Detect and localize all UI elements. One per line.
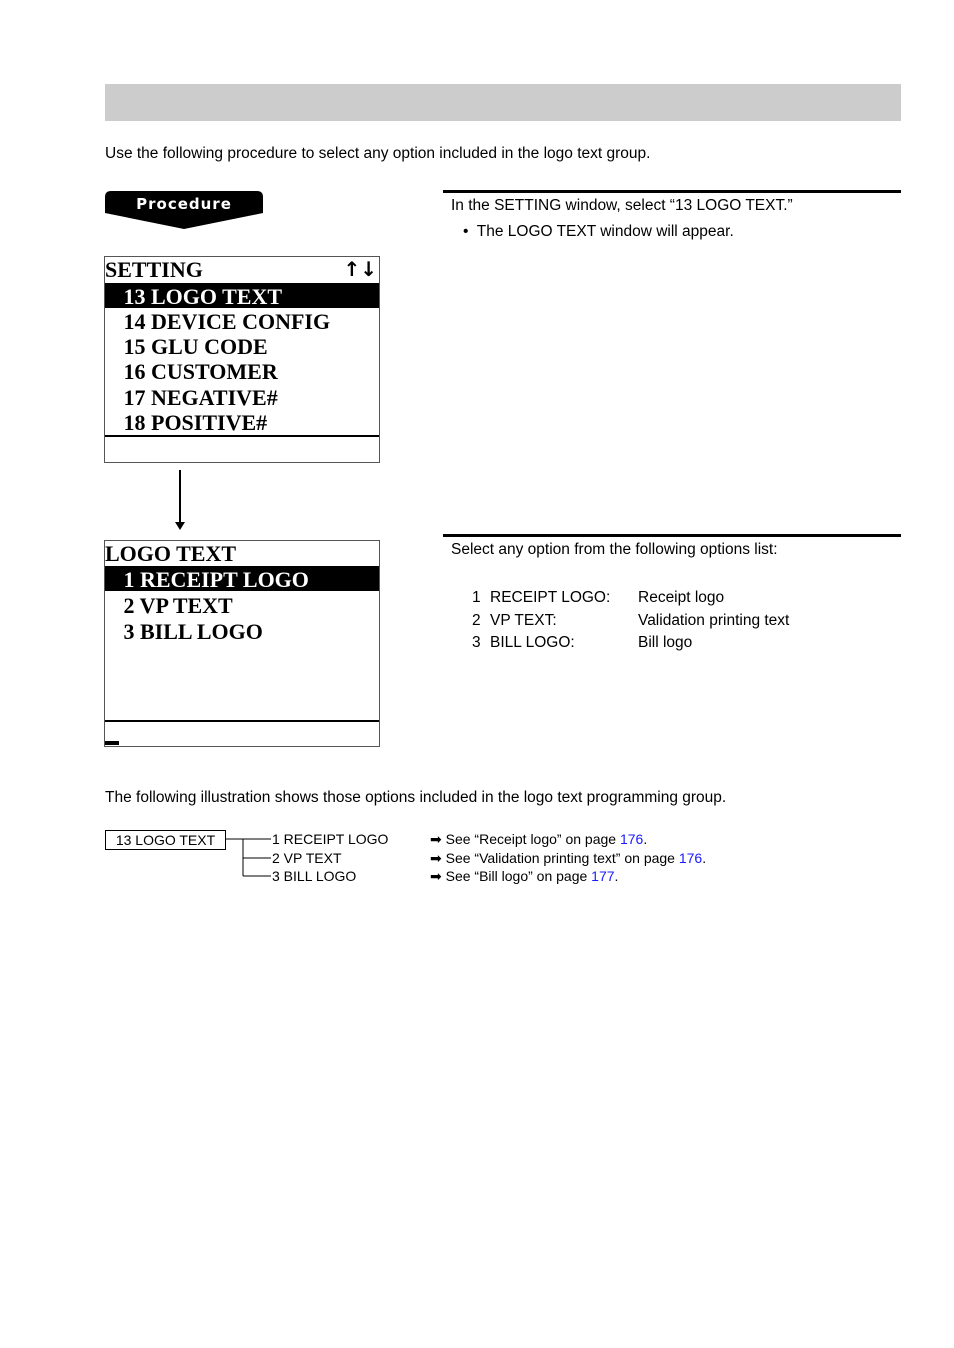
tree-connector-lines — [225, 830, 275, 887]
bullet-icon: • — [463, 223, 469, 240]
setting-item-logo-text[interactable]: 13 LOGO TEXT — [105, 283, 379, 309]
setting-item-customer[interactable]: 16 CUSTOMER — [105, 358, 379, 384]
options-list: 1 RECEIPT LOGO: Receipt logo 2 VP TEXT: … — [472, 589, 892, 659]
setting-item-positive[interactable]: 18 POSITIVE# — [105, 409, 379, 435]
scroll-up-down-icon: ↑↓ — [343, 257, 377, 281]
option-number: 3 — [472, 634, 481, 651]
option-name: BILL LOGO: — [490, 634, 575, 651]
right-arrow-icon: ➡ — [430, 850, 442, 866]
logo-text-item-receipt-logo[interactable]: 1 RECEIPT LOGO — [105, 566, 379, 592]
step-2-rule — [443, 534, 901, 537]
intro-text: Use the following procedure to select an… — [105, 145, 651, 162]
reference-vp-text: ➡ See “Validation printing text” on page… — [430, 850, 706, 867]
tree-root-box: 13 LOGO TEXT — [105, 830, 226, 850]
logo-text-screen-separator — [105, 720, 379, 722]
input-cursor — [105, 741, 119, 745]
step-1-bullet: • The LOGO TEXT window will appear. — [463, 223, 734, 241]
option-description: Bill logo — [638, 634, 693, 651]
option-name: RECEIPT LOGO: — [490, 589, 611, 606]
section-header-bar — [105, 84, 901, 121]
setting-item-glu-code[interactable]: 15 GLU CODE — [105, 333, 379, 359]
option-description: Receipt logo — [638, 589, 725, 606]
setting-item-device-config[interactable]: 14 DEVICE CONFIG — [105, 308, 379, 334]
step-2-text: Select any option from the following opt… — [451, 541, 778, 558]
logo-text-item-vp-text[interactable]: 2 VP TEXT — [105, 592, 379, 618]
step-1-text: In the SETTING window, select “13 LOGO T… — [451, 197, 793, 214]
reference-text: See “Validation printing text” on page — [445, 850, 679, 866]
option-description: Validation printing text — [638, 612, 790, 629]
option-number: 1 — [472, 589, 481, 606]
setting-item-negative[interactable]: 17 NEGATIVE# — [105, 384, 379, 410]
procedure-badge: Procedure — [105, 191, 263, 229]
procedure-label: Procedure — [136, 195, 232, 213]
reference-suffix: . — [643, 831, 648, 847]
right-arrow-icon: ➡ — [430, 831, 442, 847]
tree-child-receipt-logo: 1 RECEIPT LOGO — [272, 831, 389, 847]
reference-bill-logo: ➡ See “Bill logo” on page 177. — [430, 868, 618, 885]
page-link[interactable]: 177 — [591, 868, 614, 884]
reference-receipt-logo: ➡ See “Receipt logo” on page 176. — [430, 831, 647, 848]
option-number: 2 — [472, 612, 481, 629]
option-name: VP TEXT: — [490, 612, 557, 629]
reference-text: See “Receipt logo” on page — [445, 831, 620, 847]
page-link[interactable]: 176 — [620, 831, 643, 847]
reference-text: See “Bill logo” on page — [445, 868, 592, 884]
logo-text-item-bill-logo[interactable]: 3 BILL LOGO — [105, 618, 379, 644]
illustration-text: The following illustration shows those o… — [105, 789, 727, 806]
setting-screen: SETTING ↑↓ 13 LOGO TEXT 14 DEVICE CONFIG… — [104, 256, 380, 463]
tree-child-bill-logo: 3 BILL LOGO — [272, 868, 357, 884]
step-1-rule — [443, 190, 901, 193]
reference-suffix: . — [614, 868, 619, 884]
tree-child-vp-text: 2 VP TEXT — [272, 850, 342, 866]
reference-suffix: . — [702, 850, 707, 866]
setting-screen-title: SETTING — [105, 257, 203, 282]
step-1-bullet-text: The LOGO TEXT window will appear. — [476, 223, 734, 240]
logo-text-screen: LOGO TEXT 1 RECEIPT LOGO 2 VP TEXT 3 BIL… — [104, 540, 380, 747]
right-arrow-icon: ➡ — [430, 868, 442, 884]
page-link[interactable]: 176 — [679, 850, 702, 866]
setting-screen-separator — [105, 435, 379, 437]
logo-text-screen-title: LOGO TEXT — [105, 541, 237, 566]
flow-arrow-down-icon — [170, 468, 190, 537]
